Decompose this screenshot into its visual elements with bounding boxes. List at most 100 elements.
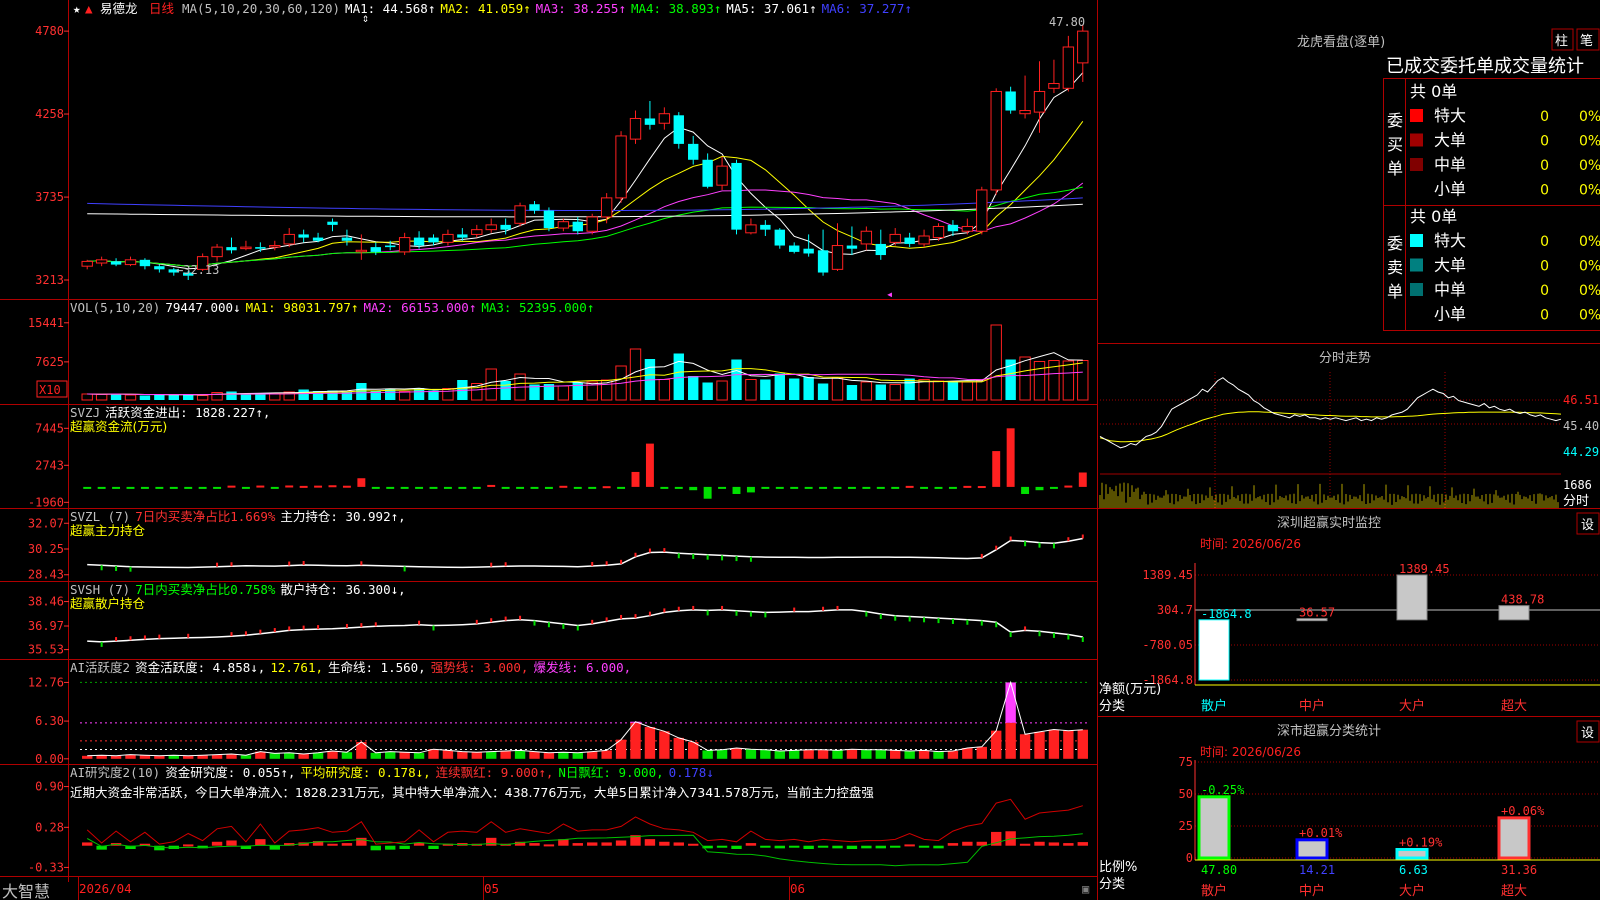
candle-body [1048, 83, 1060, 89]
ai-active-bar [486, 751, 497, 759]
ai-active-bar [587, 751, 598, 759]
volume-bar [932, 380, 945, 401]
candle-body [572, 221, 583, 232]
candle-body [673, 115, 684, 144]
ai-research-bar [861, 845, 872, 849]
period-label[interactable]: 日线 [149, 1, 175, 16]
ai-active-bar [789, 750, 800, 759]
sz-stats-panel[interactable]: 深市超赢分类统计 设 时间: 2026/06/26 75 50 25 0 -0.25% 4… [1099, 720, 1600, 899]
volume-bar [500, 381, 511, 400]
svzj-pane[interactable]: 7445 2743 -1960 SVZJ 活跃资金进出: 1828.227↑, 超赢资… [28, 405, 1087, 509]
bar-mode-button[interactable]: 柱 [1555, 34, 1568, 49]
volume-bar [298, 389, 309, 400]
fund-flow-bar [732, 486, 741, 494]
buy-label-char-2: 买 [1387, 135, 1403, 154]
ai-active-bar [543, 752, 555, 759]
ai-active-pane[interactable]: 12.76 6.30 0.00 AI活跃度2 资金活跃度: 4.858↓, 12.761… [28, 660, 1090, 766]
ai-active-bar [1063, 730, 1074, 759]
legend-item: 平均研究度: 0.178↓, [300, 765, 430, 780]
sz-monitor-panel[interactable]: 深圳超赢实时监控 设 时间: 2026/06/26 1389.45 304.7 -7… [1099, 512, 1600, 714]
svzl-pane[interactable]: 32.07 30.25 28.43 SVZL (7) 7日内买卖净占比1.669% 主力… [28, 509, 1084, 582]
ai-research-bar [846, 845, 858, 849]
ai-research-bar [211, 841, 223, 846]
candle-body [1077, 30, 1089, 64]
candle-body [485, 224, 497, 231]
ai-active-bar [413, 752, 425, 759]
ai-research-pane[interactable]: 0.90 0.28 -0.33 AI研究度2(10) 资金研究度: 0.055↑, 平均… [28, 765, 1088, 874]
order-total: 共 0单 [1410, 207, 1457, 226]
intraday-tick-3: 44.29 [1563, 445, 1599, 459]
svsh-pane[interactable]: 38.46 36.97 35.53 SVSH (7) 7日内买卖净占比0.758% 散户… [28, 582, 1084, 657]
tick-mode-button[interactable]: 笔 [1580, 33, 1593, 49]
fund-flow-bar [342, 485, 351, 488]
intraday-panel[interactable]: 分时走势 46.51 45.40 44.29 1686 分时 [1099, 350, 1599, 509]
moving-average-lines [87, 72, 1084, 270]
volume-bar [817, 383, 829, 400]
sz-monitor-bar [1198, 619, 1230, 681]
y-tick-label: 6.30 [35, 714, 64, 728]
candle-body [731, 162, 742, 230]
ai-research-y-axis: 0.90 0.28 -0.33 [28, 780, 69, 874]
volume-bar [745, 379, 757, 401]
candle-body [760, 224, 771, 230]
retail-holding-legend: SVSH (7) 7日内买卖净占比0.758% 散户持仓: 36.300↓, [70, 582, 406, 597]
volume-bar [196, 395, 209, 401]
fund-flow-bar [1035, 486, 1044, 491]
sz-stats-settings-button[interactable]: 设 [1581, 726, 1594, 741]
holding-line [87, 537, 1083, 569]
buy-label-char-3: 单 [1387, 159, 1403, 178]
stock-name: 易德龙 [100, 1, 138, 16]
dragon-tiger-panel[interactable]: 龙虎看盘(逐单) 柱 笔 已成交委托单成交量统计 委 买 单 委 卖 单 共 0… [1297, 28, 1600, 324]
volume-bar [211, 392, 223, 401]
ai-active-bar [962, 748, 973, 759]
volume-bar [731, 359, 742, 400]
candle-body [95, 259, 108, 264]
ai-active-bar [82, 755, 93, 759]
star-icon[interactable]: ★ [73, 1, 81, 16]
fund-flow-bar [790, 486, 799, 489]
candle-body [644, 118, 656, 125]
volume-bar [139, 395, 151, 400]
sell-label-char-2: 卖 [1387, 258, 1403, 277]
ai-active-bar [976, 746, 987, 759]
y-tick-label: 4258 [35, 107, 64, 121]
fund-flow-bar [1021, 486, 1030, 494]
candle-body [1019, 110, 1031, 115]
order-type-label: 小单 [1434, 180, 1466, 199]
lock-icon[interactable]: ▣ [1082, 882, 1089, 896]
order-count: 0 [1540, 259, 1549, 275]
sell-label-char-1: 委 [1387, 234, 1403, 253]
sz-monitor-settings-button[interactable]: 设 [1581, 518, 1594, 533]
ai-active-bar [644, 727, 656, 759]
price-pane[interactable]: 4780 4258 3735 3213 ★ ▲ 易德龙 日线 MA(5,10,20,3… [35, 1, 1089, 301]
ai-active-bar [745, 749, 757, 759]
candle-body [889, 233, 901, 243]
ai-active-bar [774, 751, 785, 759]
volume-bar [124, 394, 137, 401]
order-type-label: 大单 [1434, 131, 1466, 150]
main-canvas[interactable]: 4780 4258 3735 3213 ★ ▲ 易德龙 日线 MA(5,10,20,3… [0, 0, 1600, 900]
ai-research-bar [817, 845, 829, 848]
app-logo: 大智慧 [2, 882, 50, 900]
ai-research-bar [659, 841, 670, 846]
y-tick-label: 0.28 [35, 820, 64, 834]
volume-pane[interactable]: 15441 7625 VOL(5,10,20) 79447.000↓ MA1: 980… [28, 300, 1089, 401]
order-count: 0 [1540, 308, 1549, 324]
sz-stats-category: 散户 [1201, 883, 1227, 899]
y-tick-label: 7625 [35, 355, 64, 369]
sz-stats-category: 中户 [1299, 883, 1325, 899]
candle-body [226, 247, 237, 251]
sz-stats-category: 超大 [1501, 884, 1527, 899]
intraday-tick-1: 46.51 [1563, 393, 1599, 407]
candle-body [947, 224, 959, 232]
intraday-chart [1099, 372, 1562, 508]
y-tick-label: 3213 [35, 273, 64, 287]
y-tick-label: 3735 [35, 190, 64, 204]
candle-body [211, 246, 223, 258]
legend-item: 7日内买卖净占比0.758% [135, 582, 276, 597]
order-color-swatch [1410, 234, 1423, 247]
sz-stats-value: 14.21 [1299, 863, 1335, 877]
fund-flow-bar [415, 486, 424, 489]
ai-research-bar [587, 842, 598, 846]
candle-body [658, 113, 671, 124]
